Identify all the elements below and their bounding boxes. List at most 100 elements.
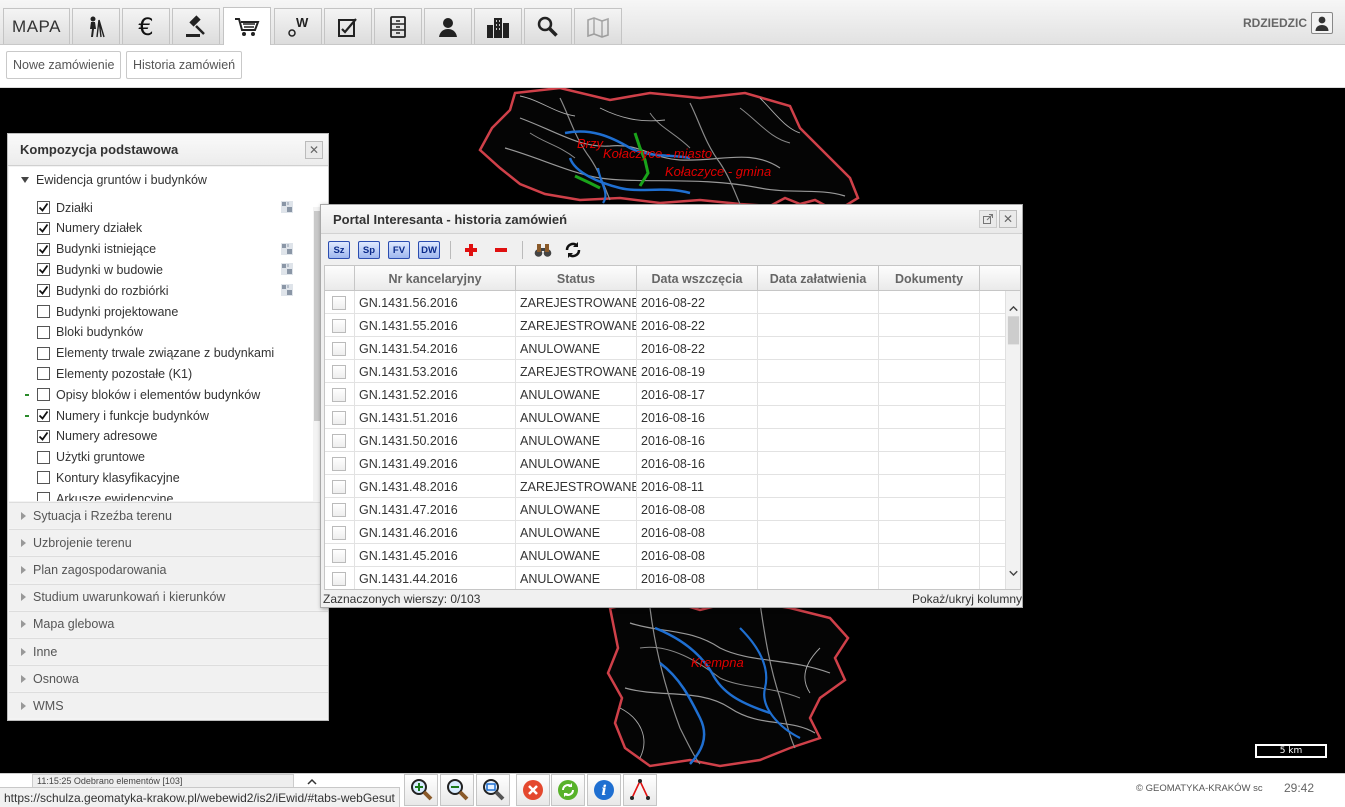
legend-icon[interactable] (281, 242, 293, 255)
tab-map-book[interactable] (574, 8, 622, 44)
dialog-close-button[interactable]: ✕ (999, 210, 1017, 228)
layer-group[interactable]: Plan zagospodarowania (9, 556, 328, 583)
row-checkbox[interactable] (332, 387, 346, 402)
table-scrollbar[interactable] (1005, 291, 1021, 590)
column-header-nr[interactable]: Nr kancelaryjny (355, 266, 516, 291)
export-fv-button[interactable]: FV (388, 240, 410, 260)
table-row[interactable]: GN.1431.55.2016 ZAREJESTROWANE 2016-08-22 (325, 314, 1005, 337)
layer-checkbox[interactable] (37, 284, 50, 298)
column-header-documents[interactable]: Dokumenty (879, 266, 980, 291)
layer-group[interactable]: WMS (9, 692, 328, 719)
refresh-list-button[interactable] (562, 240, 584, 260)
tab-search[interactable] (524, 8, 572, 44)
table-row[interactable]: GN.1431.48.2016 ZAREJESTROWANE 2016-08-11 (325, 475, 1005, 498)
layer-item[interactable]: Budynki w budowie (9, 259, 309, 280)
column-header-done-date[interactable]: Data załatwienia (758, 266, 879, 291)
refresh-button[interactable] (551, 774, 585, 806)
layer-item[interactable]: Budynki do rozbiórki (9, 280, 309, 301)
row-checkbox[interactable] (332, 502, 346, 517)
layer-group[interactable]: Osnowa (9, 665, 328, 692)
layer-checkbox[interactable] (37, 388, 50, 402)
layer-checkbox[interactable] (37, 409, 50, 422)
row-checkbox[interactable] (332, 341, 346, 356)
layer-item[interactable]: Numery adresowe (9, 426, 309, 447)
layer-checkbox[interactable] (37, 221, 50, 235)
layer-checkbox[interactable] (37, 305, 50, 318)
layer-checkbox[interactable] (37, 492, 50, 501)
tab-owners[interactable]: W (274, 8, 322, 44)
table-row[interactable]: GN.1431.51.2016 ANULOWANE 2016-08-16 (325, 406, 1005, 429)
row-checkbox[interactable] (332, 410, 346, 425)
layer-group-ewidencja[interactable]: Ewidencja gruntów i budynków (9, 167, 328, 193)
tab-edit-document[interactable] (324, 8, 372, 44)
order-history-button[interactable]: Historia zamówień (126, 51, 243, 79)
layer-item[interactable]: Opisy bloków i elementów budynków (9, 384, 309, 405)
layer-group[interactable]: Inne (9, 638, 328, 664)
find-button[interactable] (532, 240, 554, 260)
layer-group[interactable]: Studium uwarunkowań i kierunków (9, 583, 328, 610)
layer-item[interactable]: Budynki istniejące (9, 239, 309, 260)
zoom-extent-button[interactable] (476, 774, 510, 806)
layer-item[interactable]: Arkusze ewidencyjne (9, 488, 309, 501)
tab-mapa[interactable]: MAPA (3, 8, 70, 44)
table-row[interactable]: GN.1431.56.2016 ZAREJESTROWANE 2016-08-22 (325, 291, 1005, 314)
layer-item[interactable]: Użytki gruntowe (9, 447, 309, 468)
tab-buildings[interactable] (474, 8, 522, 44)
tab-registry[interactable] (374, 8, 422, 44)
export-sp-button[interactable]: Sp (358, 240, 380, 260)
layer-item[interactable]: Elementy pozostałe (K1) (9, 363, 309, 384)
cancel-button[interactable] (516, 774, 550, 806)
row-checkbox[interactable] (332, 318, 346, 333)
layer-group[interactable]: Uzbrojenie terenu (9, 529, 328, 556)
tab-surveyor[interactable] (72, 8, 120, 44)
row-checkbox[interactable] (332, 295, 346, 310)
legend-icon[interactable] (281, 201, 293, 213)
table-row[interactable]: GN.1431.49.2016 ANULOWANE 2016-08-16 (325, 452, 1005, 475)
remove-button[interactable] (490, 240, 512, 260)
layer-checkbox[interactable] (37, 367, 50, 381)
layer-checkbox[interactable] (37, 429, 50, 443)
layer-checkbox[interactable] (37, 201, 50, 214)
layer-checkbox[interactable] (37, 450, 50, 464)
layer-item[interactable]: Bloki budynków (9, 322, 309, 343)
measure-button[interactable] (623, 774, 657, 806)
table-row[interactable]: GN.1431.44.2016 ANULOWANE 2016-08-08 (325, 567, 1005, 589)
row-checkbox[interactable] (332, 364, 346, 379)
tab-legal[interactable] (172, 8, 220, 44)
row-checkbox[interactable] (332, 571, 346, 586)
new-order-button[interactable]: Nowe zamówienie (6, 51, 122, 79)
layer-item[interactable]: Działki (9, 197, 309, 218)
layer-item[interactable]: Elementy trwale związane z budynkami (9, 343, 309, 364)
layer-item[interactable]: Kontury klasyfikacyjne (9, 467, 309, 488)
layer-checkbox[interactable] (37, 471, 50, 485)
toggle-columns-link[interactable]: Pokaż/ukryj kolumny (912, 592, 1022, 606)
table-row[interactable]: GN.1431.45.2016 ANULOWANE 2016-08-08 (325, 544, 1005, 567)
row-checkbox[interactable] (332, 456, 346, 471)
column-header-start-date[interactable]: Data wszczęcia (637, 266, 758, 291)
layer-item[interactable]: Numery działek (9, 218, 309, 239)
layer-checkbox[interactable] (37, 346, 50, 360)
legend-icon[interactable] (281, 263, 293, 276)
export-sz-button[interactable]: Sz (328, 240, 350, 260)
layer-group[interactable]: Mapa glebowa (9, 610, 328, 637)
user-avatar[interactable] (1311, 12, 1333, 34)
table-row[interactable]: GN.1431.47.2016 ANULOWANE 2016-08-08 (325, 498, 1005, 521)
layer-panel-close-button[interactable]: ✕ (305, 141, 323, 159)
add-button[interactable] (460, 240, 482, 260)
row-checkbox[interactable] (332, 548, 346, 563)
legend-icon[interactable] (281, 284, 293, 297)
layer-group[interactable]: Sytuacja i Rzeźba terenu (9, 502, 328, 528)
table-row[interactable]: GN.1431.52.2016 ANULOWANE 2016-08-17 (325, 383, 1005, 406)
select-column-header[interactable] (325, 266, 355, 291)
dialog-popout-button[interactable] (979, 210, 997, 228)
row-checkbox[interactable] (332, 525, 346, 540)
row-checkbox[interactable] (332, 433, 346, 448)
export-dw-button[interactable]: DW (418, 240, 440, 260)
table-row[interactable]: GN.1431.54.2016 ANULOWANE 2016-08-22 (325, 337, 1005, 360)
table-row[interactable]: GN.1431.50.2016 ANULOWANE 2016-08-16 (325, 429, 1005, 452)
layer-checkbox[interactable] (37, 263, 50, 277)
layer-checkbox[interactable] (37, 242, 50, 256)
tab-orders[interactable] (223, 7, 271, 45)
row-checkbox[interactable] (332, 479, 346, 494)
tab-person[interactable] (424, 8, 472, 44)
